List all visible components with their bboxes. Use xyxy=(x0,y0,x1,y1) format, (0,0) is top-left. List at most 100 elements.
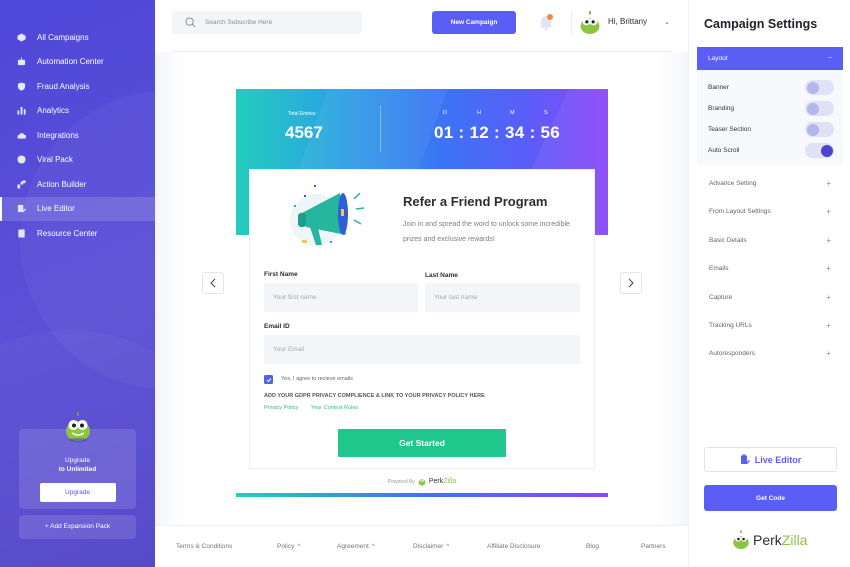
sidebar-item-label: Automation Center xyxy=(37,57,104,67)
avatar[interactable] xyxy=(579,11,601,40)
new-campaign-button[interactable]: New Campaign xyxy=(432,11,516,34)
sidebar-item-label: Fraud Analysis xyxy=(37,81,90,91)
campaign-title: Refer a Friend Program xyxy=(403,194,548,209)
sidebar-item-analytics[interactable]: Analytics xyxy=(0,99,155,124)
search-box[interactable] xyxy=(172,11,362,34)
layout-section-header[interactable]: Layout − xyxy=(697,47,843,70)
live-editor-button[interactable]: Live Editor xyxy=(704,447,837,472)
user-greeting[interactable]: Hi, Brittany xyxy=(608,17,647,26)
timer-label-hours: H xyxy=(477,110,481,116)
email-field[interactable] xyxy=(264,335,580,364)
plus-icon: + xyxy=(826,207,831,216)
plus-icon: + xyxy=(826,349,831,358)
upgrade-button[interactable]: Upgrade xyxy=(39,483,116,502)
get-started-button[interactable]: Get Started xyxy=(338,429,506,457)
sidebar-item-fraud-analysis[interactable]: Fraud Analysis xyxy=(0,74,155,99)
footer-policy-link[interactable]: Policy ^ xyxy=(277,543,300,550)
footer-agreement-link[interactable]: Agreement ^ xyxy=(337,543,375,550)
first-name-field[interactable] xyxy=(264,283,418,312)
timer-label-seconds: S xyxy=(544,110,548,116)
sidebar-item-automation-center[interactable]: Automation Center xyxy=(0,50,155,75)
circle-icon xyxy=(17,155,26,164)
footer-blog-link[interactable]: Blog xyxy=(586,543,599,550)
robot-icon xyxy=(17,57,26,66)
signup-form-card: Refer a Friend Program Join in and sprea… xyxy=(249,169,595,469)
footer-disclaimer-link[interactable]: Disclaimer ^ xyxy=(413,543,449,550)
plus-icon: + xyxy=(826,236,831,245)
chevron-up-icon: ^ xyxy=(371,544,375,550)
next-arrow-button[interactable] xyxy=(620,272,642,294)
last-name-label: Last Name xyxy=(425,272,458,279)
notification-bell-icon[interactable] xyxy=(538,13,554,31)
sidebar-item-resource-center[interactable]: Resource Center xyxy=(0,221,155,246)
checkmark-icon xyxy=(266,377,271,382)
mascot-icon xyxy=(64,412,92,447)
chevron-right-icon xyxy=(628,278,634,288)
consent-checkbox[interactable] xyxy=(264,375,273,384)
collapse-icon: − xyxy=(828,55,832,62)
sidebar-item-live-editor[interactable]: Live Editor xyxy=(0,196,155,221)
previous-arrow-button[interactable] xyxy=(202,272,224,294)
sidebar-item-label: Viral Pack xyxy=(37,155,73,165)
toggle-row-teaser: Teaser Section xyxy=(708,122,834,137)
cube-icon xyxy=(17,33,26,42)
section-autoresponders[interactable]: Autoresponders + xyxy=(709,349,831,358)
sidebar-nav: All Campaigns Automation Center Fraud An… xyxy=(0,25,155,246)
auto-scroll-toggle[interactable] xyxy=(805,143,834,158)
toggle-label: Teaser Section xyxy=(708,126,751,133)
plus-icon: + xyxy=(826,264,831,273)
book-icon xyxy=(17,229,26,238)
first-name-label: First Name xyxy=(264,271,298,278)
layout-section-body: Banner Branding Teaser Section Auto Scro… xyxy=(697,70,843,165)
cloud-icon xyxy=(17,131,26,140)
section-advance-setting[interactable]: Advance Setting + xyxy=(709,179,831,188)
perkzilla-mascot-icon xyxy=(733,530,749,549)
footer-partners-link[interactable]: Partners xyxy=(641,543,666,550)
chevron-down-icon[interactable]: ⌄ xyxy=(664,18,670,26)
upgrade-line2: to Unlimited xyxy=(58,466,97,473)
timer-label-minutes: M xyxy=(510,110,515,116)
section-tracking-urls[interactable]: Tracking URLs + xyxy=(709,321,831,330)
chevron-up-icon: ^ xyxy=(446,544,450,550)
plus-icon: + xyxy=(826,321,831,330)
email-label: Email ID xyxy=(264,323,290,330)
sidebar-item-label: Resource Center xyxy=(37,228,98,238)
sidebar-item-label: Action Builder xyxy=(37,179,87,189)
privacy-policy-link[interactable]: Privacy Policy xyxy=(264,405,298,411)
banner-toggle[interactable] xyxy=(805,80,834,95)
sidebar-item-viral-pack[interactable]: Viral Pack xyxy=(0,148,155,173)
last-name-field[interactable] xyxy=(425,283,580,312)
footer: Terms & Conditions Policy ^ Agreement ^ Di… xyxy=(155,525,688,567)
campaign-description: Join in and spread the word to unlock so… xyxy=(403,221,570,243)
puzzle-icon xyxy=(17,180,26,189)
banner-divider xyxy=(380,106,381,152)
perkzilla-logo-icon xyxy=(418,479,426,486)
topbar-divider xyxy=(571,11,572,35)
footer-affiliate-link[interactable]: Affiliate Disclosure xyxy=(487,543,540,550)
powered-by: Powered By PerkZilla xyxy=(236,477,608,486)
add-expansion-pack-button[interactable]: + Add Expansion Pack xyxy=(19,515,136,539)
teaser-section-toggle[interactable] xyxy=(805,122,834,137)
sidebar-item-all-campaigns[interactable]: All Campaigns xyxy=(0,25,155,50)
sidebar-item-action-builder[interactable]: Action Builder xyxy=(0,172,155,197)
upgrade-line1: Upgrade xyxy=(65,457,90,464)
section-capture[interactable]: Capture + xyxy=(709,294,831,302)
section-emails[interactable]: Emails + xyxy=(709,264,831,273)
search-input[interactable] xyxy=(205,19,355,26)
chevron-up-icon: ^ xyxy=(297,544,301,550)
footer-terms-link[interactable]: Terms & Conditions xyxy=(176,543,232,550)
section-basic-details[interactable]: Basic Details + xyxy=(709,236,831,245)
contest-rules-link[interactable]: Your Contest Rules xyxy=(311,405,358,411)
branding-toggle[interactable] xyxy=(805,101,834,116)
shield-icon xyxy=(17,82,26,91)
toggle-label: Branding xyxy=(708,105,735,112)
sidebar-item-integrations[interactable]: Integrations xyxy=(0,123,155,148)
plus-icon: + xyxy=(826,179,831,188)
sidebar: All Campaigns Automation Center Fraud An… xyxy=(0,0,155,567)
edit-icon xyxy=(740,454,750,464)
get-code-button[interactable]: Get Code xyxy=(704,485,837,511)
chevron-left-icon xyxy=(210,278,216,288)
campaign-settings-panel: Campaign Settings Layout − Banner Brandi… xyxy=(688,0,850,567)
toggle-row-banner: Banner xyxy=(708,80,834,95)
section-form-layout-settings[interactable]: From Layout Settings + xyxy=(709,207,831,216)
